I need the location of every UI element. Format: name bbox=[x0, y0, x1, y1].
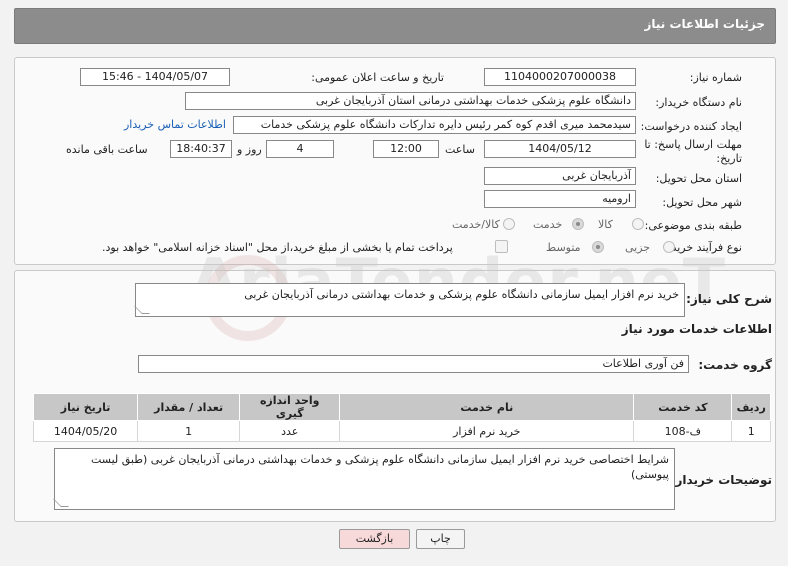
back-button[interactable]: بازگشت bbox=[339, 529, 410, 549]
buyer-contact-link[interactable]: اطلاعات تماس خریدار bbox=[124, 118, 226, 131]
category-label: طبقه بندی موضوعی: bbox=[644, 219, 742, 232]
resize-handle-icon bbox=[134, 306, 150, 314]
category-radio-goods-service[interactable] bbox=[503, 218, 515, 230]
deadline-date-field: 1404/05/12 bbox=[484, 140, 636, 158]
services-table: ردیف کد خدمت نام خدمت واحد اندازه گیری ت… bbox=[32, 393, 771, 442]
cell-quantity: 1 bbox=[137, 420, 241, 442]
deadline-time-field: 12:00 bbox=[373, 140, 439, 158]
province-label: استان محل تحویل: bbox=[655, 172, 742, 185]
buyer-notes-text: شرایط اختصاصی خرید نرم افزار ایمیل سازما… bbox=[90, 453, 669, 481]
category-option-goods-service: کالا/خدمت bbox=[452, 218, 500, 231]
cell-unit: عدد bbox=[239, 420, 341, 442]
deadline-label-date: تاریخ: bbox=[716, 152, 742, 165]
column-header-need-date: تاریخ نیاز bbox=[32, 393, 139, 421]
days-label: روز و bbox=[237, 143, 262, 156]
page-title: جزئیات اطلاعات نیاز bbox=[644, 17, 765, 31]
column-header-service-name: نام خدمت bbox=[339, 393, 635, 421]
deadline-time-label: ساعت bbox=[445, 143, 475, 156]
remaining-time-field: 18:40:37 bbox=[170, 140, 232, 158]
need-number-label: شماره نیاز: bbox=[689, 71, 742, 84]
services-table-header: ردیف کد خدمت نام خدمت واحد اندازه گیری ت… bbox=[32, 393, 771, 421]
service-group-field: فن آوری اطلاعات bbox=[138, 355, 689, 373]
buyer-org-field: دانشگاه علوم پزشکی خدمات بهداشتی درمانی … bbox=[185, 92, 636, 110]
category-radio-service[interactable] bbox=[572, 218, 584, 230]
need-number-field: 1104000207000038 bbox=[484, 68, 636, 86]
buyer-notes-label: توضیحات خریدار: bbox=[670, 473, 772, 487]
cell-need-date: 1404/05/20 bbox=[32, 420, 139, 442]
city-label: شهر محل تحویل: bbox=[662, 196, 742, 209]
cell-row-number: 1 bbox=[731, 420, 771, 442]
summary-label: شرح کلی نیاز: bbox=[686, 292, 772, 306]
service-group-label: گروه خدمت: bbox=[698, 358, 772, 372]
cell-service-code: ف-108 bbox=[633, 420, 733, 442]
need-info-panel bbox=[14, 57, 776, 265]
column-header-quantity: تعداد / مقدار bbox=[137, 393, 241, 421]
cell-service-name: خرید نرم افزار bbox=[339, 420, 635, 442]
services-section-title: اطلاعات خدمات مورد نیاز bbox=[621, 322, 772, 336]
column-header-row: ردیف bbox=[731, 393, 771, 421]
category-option-service: خدمت bbox=[533, 218, 563, 231]
summary-textarea: خرید نرم افزار ایمیل سازمانی دانشگاه علو… bbox=[134, 283, 685, 317]
creator-label: ایجاد کننده درخواست: bbox=[640, 120, 742, 133]
remaining-time-label: ساعت باقی مانده bbox=[66, 143, 148, 156]
page-header: جزئیات اطلاعات نیاز bbox=[14, 8, 776, 44]
announce-date-label: تاریخ و ساعت اعلان عمومی: bbox=[311, 71, 444, 84]
buyer-notes-textarea: شرایط اختصاصی خرید نرم افزار ایمیل سازما… bbox=[53, 448, 675, 510]
summary-text: خرید نرم افزار ایمیل سازمانی دانشگاه علو… bbox=[244, 288, 679, 301]
category-option-goods: کالا bbox=[598, 218, 613, 231]
buyer-org-label: نام دستگاه خریدار: bbox=[655, 96, 742, 109]
column-header-unit: واحد اندازه گیری bbox=[239, 393, 341, 421]
province-field: آذربایجان غربی bbox=[484, 167, 636, 185]
announce-date-field: 1404/05/07 - 15:46 bbox=[80, 68, 230, 86]
resize-handle-icon bbox=[53, 499, 69, 507]
print-button[interactable]: چاپ bbox=[416, 529, 465, 549]
deadline-label: مهلت ارسال پاسخ: تا bbox=[644, 138, 742, 151]
creator-field: سیدمحمد میری اقدم کوه کمر رئیس دایره تدا… bbox=[233, 116, 636, 134]
table-row: 1 ف-108 خرید نرم افزار عدد 1 1404/05/20 bbox=[32, 420, 771, 442]
category-radio-goods[interactable] bbox=[632, 218, 644, 230]
column-header-code: کد خدمت bbox=[633, 393, 733, 421]
city-field: ارومیه bbox=[484, 190, 636, 208]
remaining-days-field: 4 bbox=[266, 140, 334, 158]
